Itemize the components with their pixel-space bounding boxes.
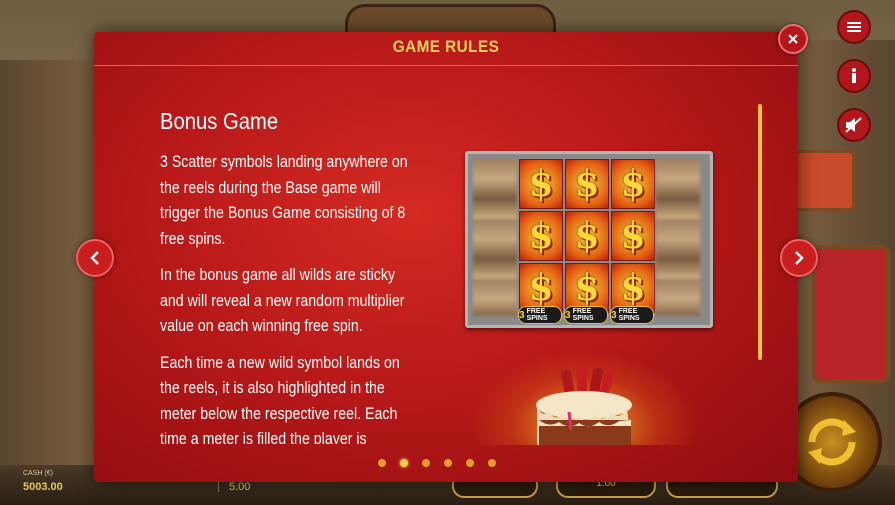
rules-paragraph: Each time a new wild symbol lands on the… [160,353,400,445]
free-spins-count: 3 [611,309,617,321]
spin-arrows-icon [808,418,856,466]
close-button[interactable] [778,24,808,54]
page-dot-active[interactable] [400,459,408,467]
dollar-symbol: $ [565,159,609,209]
next-page-button[interactable] [780,239,818,277]
wild-reel: $ $ $ [610,159,655,316]
rules-paragraph: 3 Scatter symbols landing anywhere on th… [160,153,408,248]
chevron-right-icon [795,251,804,265]
modal-title: GAME RULES [392,37,500,56]
chevron-left-icon [90,251,99,265]
pagination-dots [378,459,496,467]
free-spins-badge: 3 FREE SPINS [518,306,562,324]
info-icon [852,68,856,83]
page-dot[interactable] [378,459,386,467]
modal-header: GAME RULES [94,32,798,66]
free-spins-text: FREE SPINS [618,308,640,322]
wild-reel: $ $ $ [564,159,609,316]
page-dot[interactable] [422,459,430,467]
free-spins-badge: 3 FREE SPINS [610,306,654,324]
page-dot[interactable] [444,459,452,467]
rules-paragraph: In the bonus game all wilds are sticky a… [160,266,405,335]
free-spins-text: FREE SPINS [526,308,548,322]
page-dot[interactable] [488,459,496,467]
dollar-sign-board [812,245,890,383]
dollar-symbol: $ [519,159,563,209]
menu-icon [847,22,861,32]
section-heading: Bonus Game [160,108,279,134]
bet-value: 5.00 [229,481,251,493]
dollar-symbol: $ [611,211,655,261]
sound-muted-icon [845,117,862,133]
dynamite-cake-image [529,360,639,445]
page-dot[interactable] [466,459,474,467]
menu-button[interactable] [837,10,871,44]
bank-sign [789,150,855,211]
scrollbar[interactable] [758,104,762,360]
free-spins-badge: 3 FREE SPINS [564,306,608,324]
blurred-reel [473,159,517,316]
dollar-symbol: $ [611,159,655,209]
dynamite-cake-icon [536,366,632,445]
cash-value: 5003.00 [23,481,63,493]
blurred-reel [656,159,700,316]
sound-button[interactable] [837,108,871,142]
wild-reel: $ $ $ [518,159,563,316]
reels-illustration: $ $ $ $ $ $ $ $ $ [465,151,713,328]
prev-page-button[interactable] [76,239,114,277]
info-button[interactable] [837,59,871,93]
free-spins-text: FREE SPINS [572,308,594,322]
close-icon [788,34,798,44]
rules-text-area[interactable]: 3 Scatter symbols landing anywhere on th… [160,150,430,444]
dollar-symbol: $ [565,211,609,261]
free-spins-count: 3 [519,309,525,321]
dollar-symbol: $ [519,211,563,261]
free-spins-count: 3 [565,309,571,321]
cash-label: CASH (€) [23,470,53,477]
